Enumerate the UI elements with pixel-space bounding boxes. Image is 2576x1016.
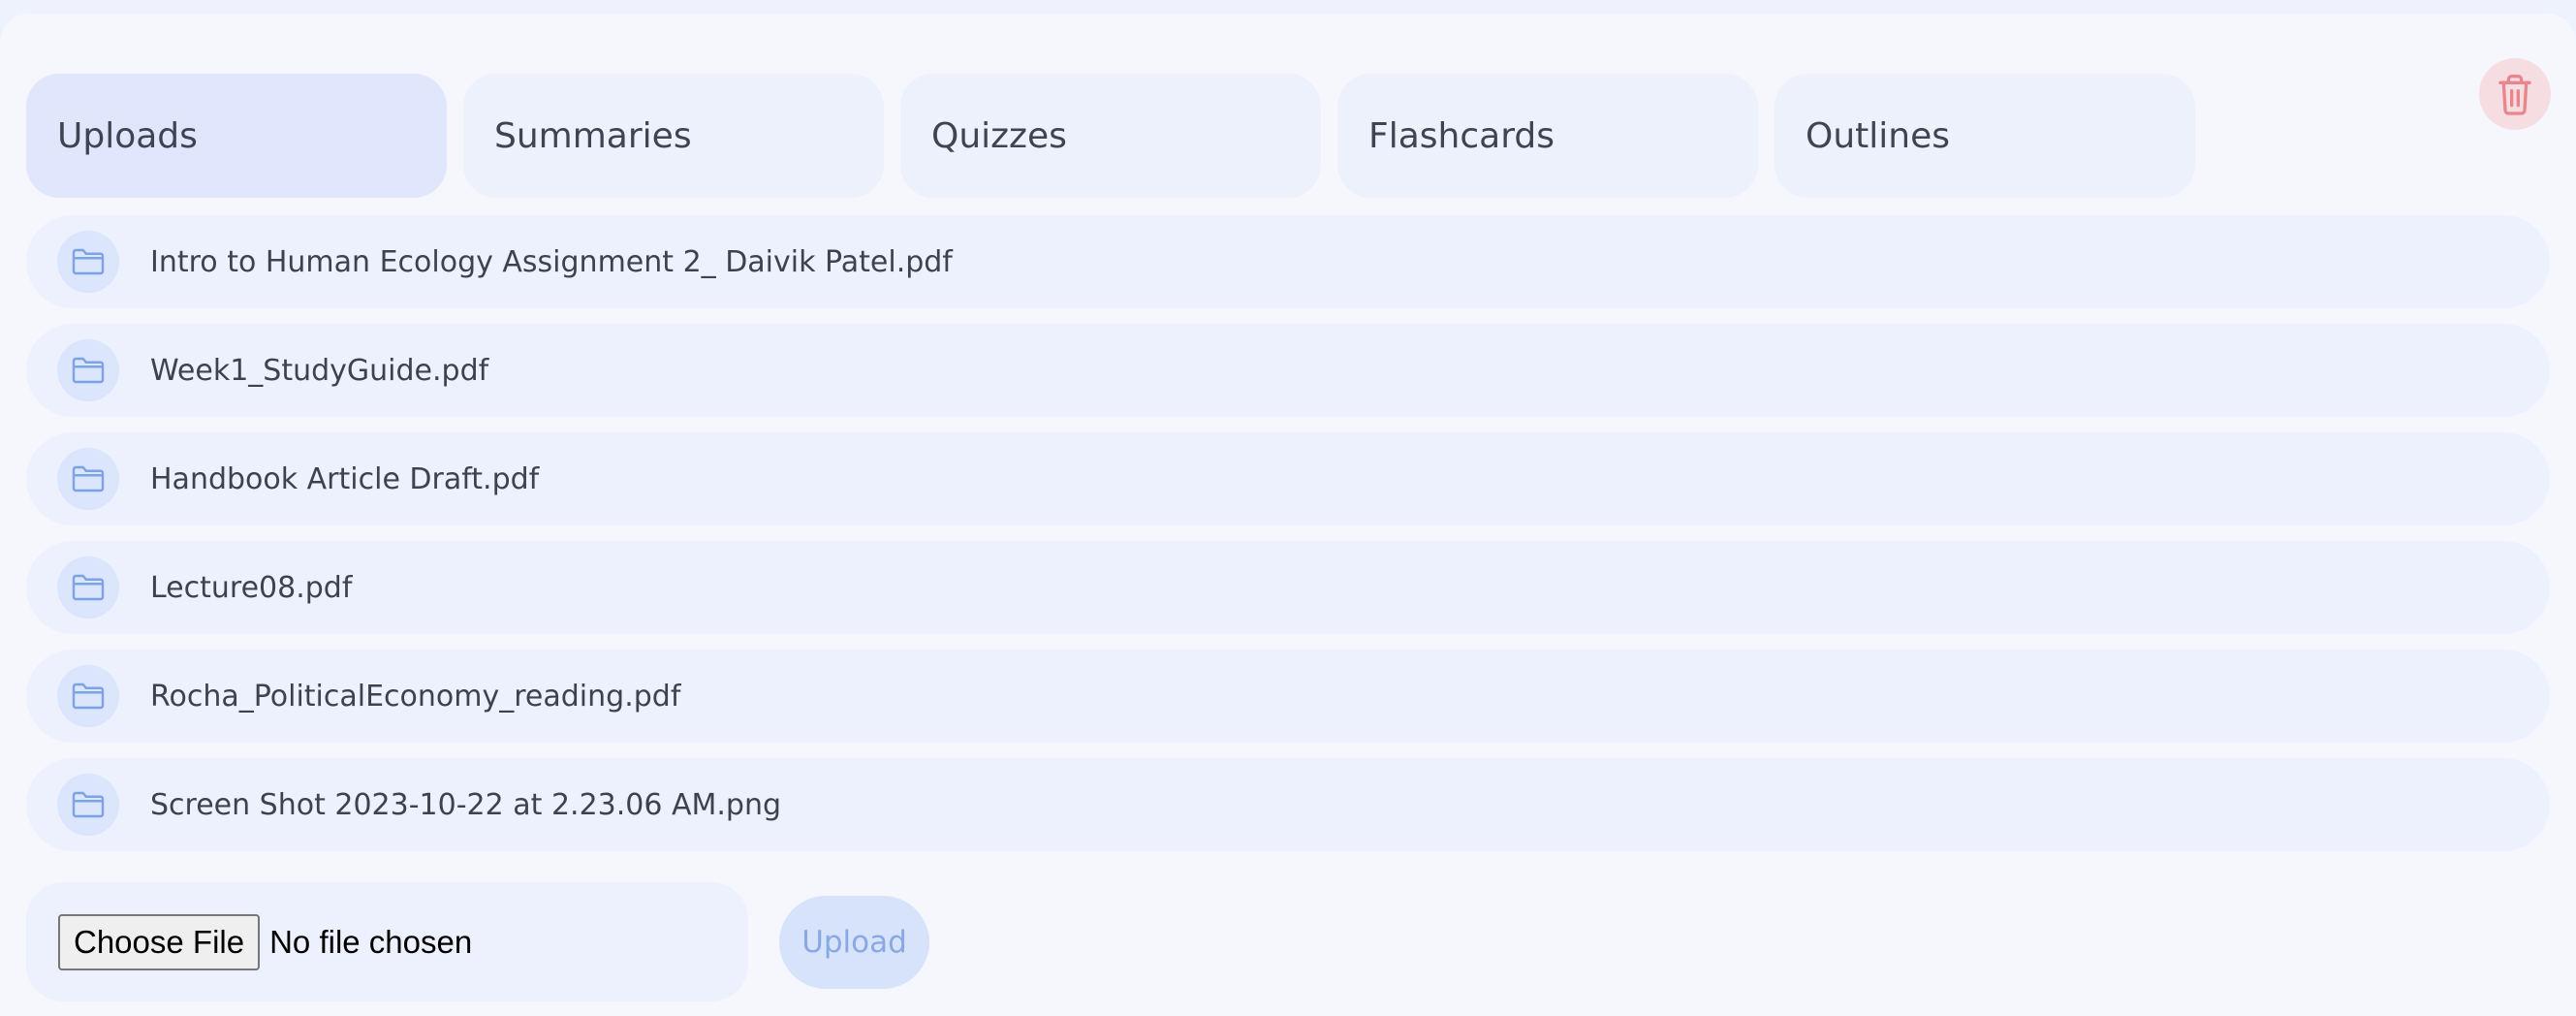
tab-flashcards[interactable]: Flashcards bbox=[1337, 74, 1758, 198]
folder-icon bbox=[57, 556, 119, 619]
file-name: Screen Shot 2023-10-22 at 2.23.06 AM.png bbox=[150, 787, 782, 822]
file-name: Week1_StudyGuide.pdf bbox=[150, 353, 489, 388]
file-name: Handbook Article Draft.pdf bbox=[150, 461, 540, 496]
folder-icon bbox=[57, 339, 119, 401]
file-name: Lecture08.pdf bbox=[150, 570, 353, 605]
folder-icon bbox=[57, 231, 119, 293]
file-input-status: No file chosen bbox=[269, 923, 473, 960]
tab-label: Outlines bbox=[1806, 115, 1950, 156]
folder-icon bbox=[57, 448, 119, 510]
folder-icon bbox=[57, 774, 119, 836]
tab-label: Quizzes bbox=[931, 115, 1067, 156]
file-name: Rocha_PoliticalEconomy_reading.pdf bbox=[150, 679, 681, 714]
tab-bar: Uploads Summaries Quizzes Flashcards Out… bbox=[26, 74, 2195, 198]
tab-label: Summaries bbox=[494, 115, 692, 156]
choose-file-button[interactable]: Choose File bbox=[58, 913, 261, 970]
file-row[interactable]: Intro to Human Ecology Assignment 2_ Dai… bbox=[26, 215, 2550, 308]
file-input-container: Choose File No file chosen bbox=[26, 882, 748, 1001]
file-row[interactable]: Handbook Article Draft.pdf bbox=[26, 432, 2550, 525]
tab-uploads[interactable]: Uploads bbox=[26, 74, 447, 198]
tab-label: Uploads bbox=[57, 115, 198, 156]
tab-summaries[interactable]: Summaries bbox=[463, 74, 884, 198]
file-name: Intro to Human Ecology Assignment 2_ Dai… bbox=[150, 244, 953, 279]
file-list: Intro to Human Ecology Assignment 2_ Dai… bbox=[26, 215, 2550, 867]
folder-icon bbox=[57, 665, 119, 727]
upload-button[interactable]: Upload bbox=[779, 896, 929, 989]
delete-button[interactable] bbox=[2479, 58, 2551, 130]
tab-quizzes[interactable]: Quizzes bbox=[900, 74, 1321, 198]
file-row[interactable]: Rocha_PoliticalEconomy_reading.pdf bbox=[26, 650, 2550, 743]
trash-icon bbox=[2498, 74, 2531, 115]
file-row[interactable]: Screen Shot 2023-10-22 at 2.23.06 AM.png bbox=[26, 758, 2550, 851]
file-row[interactable]: Lecture08.pdf bbox=[26, 541, 2550, 634]
tab-label: Flashcards bbox=[1368, 115, 1555, 156]
tab-outlines[interactable]: Outlines bbox=[1775, 74, 2195, 198]
file-row[interactable]: Week1_StudyGuide.pdf bbox=[26, 324, 2550, 417]
